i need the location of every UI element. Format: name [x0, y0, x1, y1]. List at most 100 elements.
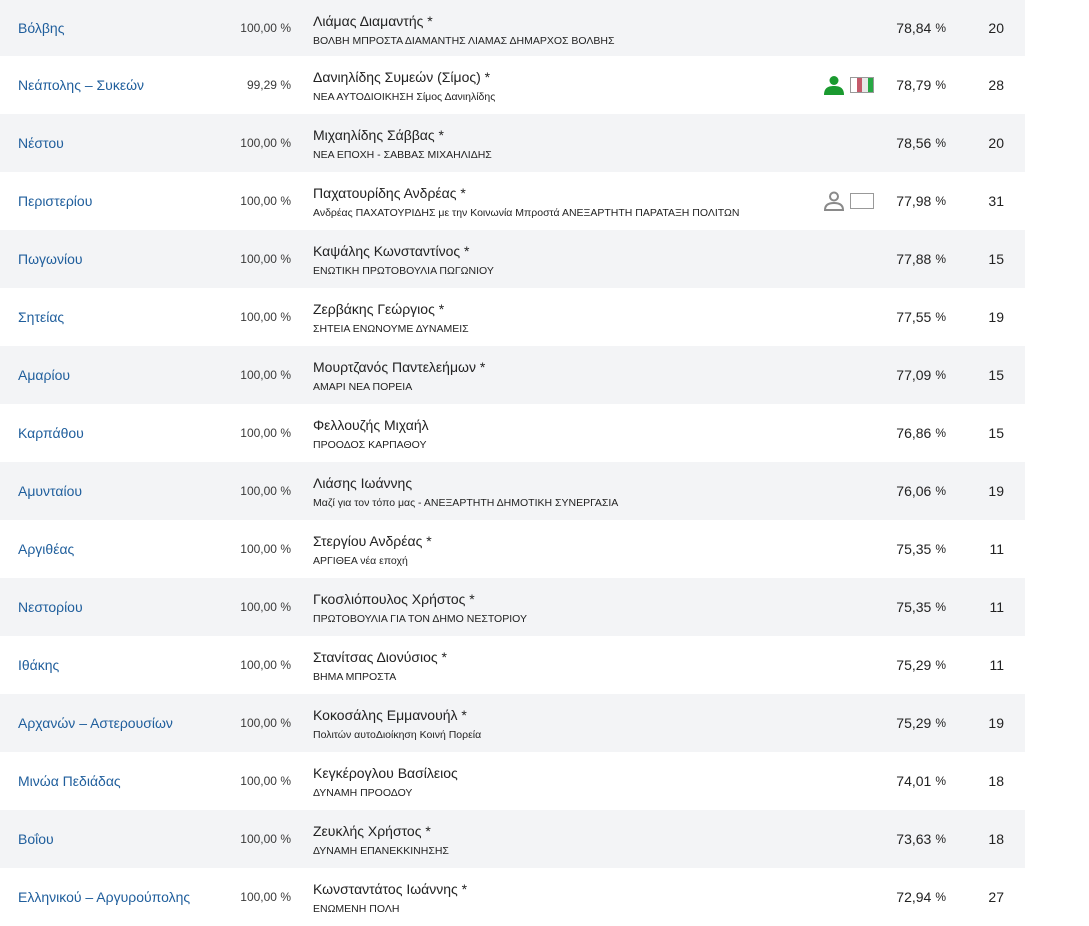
vote-value: 78,56 — [896, 135, 932, 151]
vote-percentage: 75,35% — [896, 520, 946, 578]
vote-value: 77,55 — [896, 309, 932, 325]
vote-percentage: 74,01% — [896, 752, 946, 810]
candidate-name: Στεργίου Ανδρέας * — [313, 533, 432, 549]
vote-value: 76,86 — [896, 425, 932, 441]
vote-value: 77,09 — [896, 367, 932, 383]
vote-unit: % — [935, 136, 946, 150]
vote-unit: % — [935, 484, 946, 498]
vote-unit: % — [935, 832, 946, 846]
vote-unit: % — [935, 774, 946, 788]
vote-value: 75,29 — [896, 657, 932, 673]
party-name: ΔΥΝΑΜΗ ΠΡΟΟΔΟΥ — [313, 787, 413, 799]
candidate-name: Ζευκλής Χρήστος * — [313, 823, 431, 839]
municipality-link[interactable]: Καρπάθου — [18, 404, 84, 462]
vote-percentage: 77,55% — [896, 288, 946, 346]
vote-percentage: 75,35% — [896, 578, 946, 636]
candidate-name: Φελλουζής Μιχαήλ — [313, 417, 429, 433]
vote-value: 75,35 — [896, 541, 932, 557]
table-row: Αμαρίου 100,00 % Μουρτζανός Παντελεήμων * Α… — [0, 346, 1025, 404]
candidate-name: Μουρτζανός Παντελεήμων * — [313, 359, 486, 375]
seats-count: 20 — [988, 20, 1004, 36]
seats-count: 11 — [989, 657, 1004, 673]
counted-percentage: 99,29 % — [246, 78, 291, 92]
table-row: Περιστερίου 100,00 % Παχατουρίδης Ανδρέας … — [0, 172, 1025, 230]
municipality-link[interactable]: Νέστου — [18, 114, 64, 172]
vote-percentage: 78,79% — [896, 56, 946, 114]
counted-percentage: 100,00 % — [240, 21, 291, 35]
party-name: Ανδρέας ΠΑΧΑΤΟΥΡΙΔΗΣ με την Κοινωνία Μπρ… — [313, 207, 740, 219]
vote-unit: % — [935, 194, 946, 208]
table-row: Σητείας 100,00 % Ζερβάκης Γεώργιος * ΣΗΤΕΙΑ… — [0, 288, 1025, 346]
table-row: Αργιθέας 100,00 % Στεργίου Ανδρέας * ΑΡΓΙΘΕ… — [0, 520, 1025, 578]
counted-percentage: 100,00 % — [240, 194, 291, 208]
seats-count: 11 — [989, 599, 1004, 615]
vote-percentage: 76,06% — [896, 462, 946, 520]
party-name: ΑΜΑΡΙ ΝΕΑ ΠΟΡΕΙΑ — [313, 381, 413, 393]
municipality-link[interactable]: Αρχανών – Αστερουσίων — [18, 694, 173, 752]
table-row: Ελληνικού – Αργυρούπολης 100,00 % Κωνσταντ… — [0, 868, 1025, 926]
seats-count: 15 — [988, 251, 1004, 267]
municipality-link[interactable]: Ελληνικού – Αργυρούπολης — [18, 868, 190, 926]
seats-count: 28 — [988, 77, 1004, 93]
seats-count: 19 — [988, 715, 1004, 731]
municipality-link[interactable]: Ιθάκης — [18, 636, 59, 694]
vote-unit: % — [935, 368, 946, 382]
counted-percentage: 100,00 % — [240, 136, 291, 150]
vote-value: 74,01 — [896, 773, 932, 789]
seats-count: 31 — [988, 193, 1004, 209]
vote-value: 78,79 — [896, 77, 932, 93]
green-person-icon — [824, 76, 844, 95]
vote-percentage: 75,29% — [896, 694, 946, 752]
municipality-link[interactable]: Βόλβης — [18, 0, 64, 56]
vote-percentage: 75,29% — [896, 636, 946, 694]
candidate-name: Λιάμας Διαμαντής * — [313, 13, 433, 29]
vote-value: 73,63 — [896, 831, 932, 847]
counted-percentage: 100,00 % — [240, 774, 291, 788]
municipality-link[interactable]: Βοΐου — [18, 810, 54, 868]
vote-unit: % — [935, 600, 946, 614]
seats-count: 18 — [988, 773, 1004, 789]
vote-unit: % — [935, 310, 946, 324]
municipality-link[interactable]: Περιστερίου — [18, 172, 92, 230]
table-row: Νέστου 100,00 % Μιχαηλίδης Σάββας * ΝΕΑ ΕΠΟ… — [0, 114, 1025, 172]
vote-unit: % — [935, 658, 946, 672]
party-name: ΠΡΩΤΟΒΟΥΛΙΑ ΓΙΑ ΤΟΝ ΔΗΜΟ ΝΕΣΤΟΡΙΟΥ — [313, 613, 527, 625]
vote-percentage: 72,94% — [896, 868, 946, 926]
vote-value: 76,06 — [896, 483, 932, 499]
table-row: Αρχανών – Αστερουσίων 100,00 % Κοκοσάλης Ε… — [0, 694, 1025, 752]
counted-percentage: 100,00 % — [240, 310, 291, 324]
party-name: ΑΡΓΙΘΕΑ νέα εποχή — [313, 555, 408, 567]
municipality-link[interactable]: Αμυνταίου — [18, 462, 82, 520]
counted-percentage: 100,00 % — [240, 890, 291, 904]
municipality-link[interactable]: Πωγωνίου — [18, 230, 83, 288]
candidate-name: Μιχαηλίδης Σάββας * — [313, 127, 444, 143]
vote-percentage: 78,56% — [896, 114, 946, 172]
seats-count: 19 — [988, 309, 1004, 325]
vote-unit: % — [935, 426, 946, 440]
municipality-link[interactable]: Μινώα Πεδιάδας — [18, 752, 121, 810]
seats-count: 18 — [988, 831, 1004, 847]
municipality-link[interactable]: Νεστορίου — [18, 578, 83, 636]
vote-percentage: 76,86% — [896, 404, 946, 462]
counted-percentage: 100,00 % — [240, 426, 291, 440]
vote-percentage: 78,84% — [896, 0, 946, 56]
party-name: ΕΝΩΜΕΝΗ ΠΟΛΗ — [313, 903, 400, 915]
party-name: ΒΗΜΑ ΜΠΡΟΣΤΑ — [313, 671, 397, 683]
municipality-link[interactable]: Αργιθέας — [18, 520, 74, 578]
candidate-name: Γκοσλιόπουλος Χρήστος * — [313, 591, 475, 607]
party-name: ΒΟΛΒΗ ΜΠΡΟΣΤΑ ΔΙΑΜΑΝΤΗΣ ΛΙΑΜΑΣ ΔΗΜΑΡΧΟΣ … — [313, 35, 615, 47]
vote-unit: % — [935, 716, 946, 730]
seats-count: 19 — [988, 483, 1004, 499]
seats-count: 11 — [989, 541, 1004, 557]
gray-person-icon — [823, 191, 845, 211]
party-name: ΝΕΑ ΑΥΤΟΔΙΟΙΚΗΣΗ Σίμος Δανιηλίδης — [313, 91, 496, 103]
vote-value: 72,94 — [896, 889, 932, 905]
party-name: ΔΥΝΑΜΗ ΕΠΑΝΕΚΚΙΝΗΣΗΣ — [313, 845, 449, 857]
party-flag-icon — [850, 193, 874, 209]
counted-percentage: 100,00 % — [240, 484, 291, 498]
municipality-link[interactable]: Σητείας — [18, 288, 64, 346]
table-row: Βόλβης 100,00 % Λιάμας Διαμαντής * ΒΟΛΒΗ ΜΠ… — [0, 0, 1025, 56]
results-table: Βόλβης 100,00 % Λιάμας Διαμαντής * ΒΟΛΒΗ ΜΠ… — [0, 0, 1025, 926]
municipality-link[interactable]: Νεάπολης – Συκεών — [18, 56, 144, 114]
municipality-link[interactable]: Αμαρίου — [18, 346, 70, 404]
